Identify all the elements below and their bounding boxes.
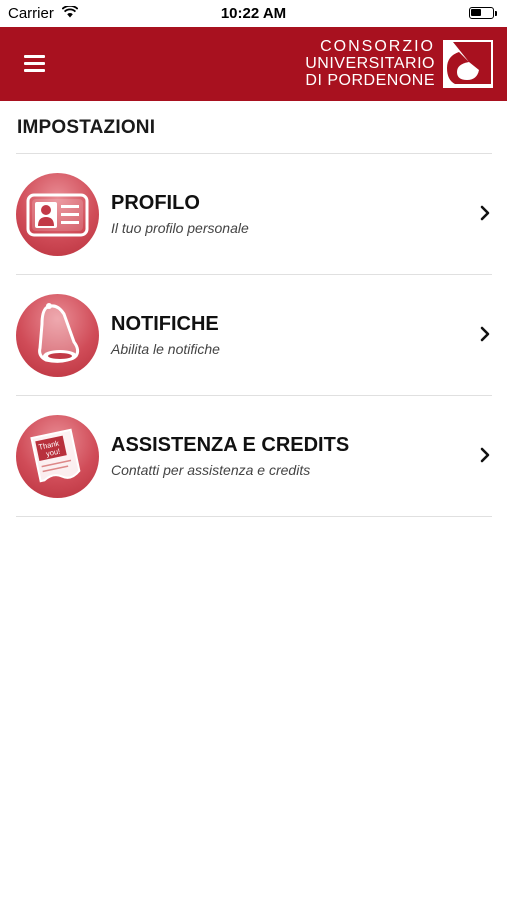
hamburger-icon[interactable] xyxy=(20,49,50,79)
status-bar: Carrier 10:22 AM xyxy=(0,0,507,27)
thank-you-note-icon: Thank you! xyxy=(16,415,99,498)
chevron-right-icon xyxy=(480,205,490,221)
page-title: IMPOSTAZIONI xyxy=(17,117,156,138)
battery-icon xyxy=(469,7,494,19)
logo-line: CONSORZIO xyxy=(320,38,435,55)
settings-item-assistenza[interactable]: Thank you! ASSISTENZA E CREDITS Contatti… xyxy=(0,396,507,517)
clock: 10:22 AM xyxy=(220,5,287,22)
logo-icon xyxy=(443,40,493,88)
settings-item-subtitle: Abilita le notifiche xyxy=(111,341,220,357)
id-card-icon xyxy=(16,173,99,256)
chevron-right-icon xyxy=(480,447,490,463)
settings-item-title: ASSISTENZA E CREDITS xyxy=(111,434,350,456)
settings-item-title: PROFILO xyxy=(111,192,200,214)
logo-line: DI PORDENONE xyxy=(305,72,435,89)
settings-item-title: NOTIFICHE xyxy=(111,313,219,335)
settings-item-subtitle: Il tuo profilo personale xyxy=(111,220,249,236)
bell-icon xyxy=(16,294,99,377)
settings-item-profilo[interactable]: PROFILO Il tuo profilo personale xyxy=(0,154,507,275)
battery-level xyxy=(471,9,481,16)
logo-line: UNIVERSITARIO xyxy=(305,55,435,72)
chevron-right-icon xyxy=(480,326,490,342)
settings-item-subtitle: Contatti per assistenza e credits xyxy=(111,462,311,478)
navigation-bar: CONSORZIO UNIVERSITARIO DI PORDENONE xyxy=(0,27,507,101)
row-divider xyxy=(16,516,492,517)
settings-item-notifiche[interactable]: NOTIFICHE Abilita le notifiche xyxy=(0,275,507,396)
logo-wordmark: CONSORZIO UNIVERSITARIO DI PORDENONE xyxy=(305,38,435,89)
battery-tip xyxy=(495,11,497,16)
settings-list: PROFILO Il tuo profilo personale NOTIFIC… xyxy=(0,154,507,517)
